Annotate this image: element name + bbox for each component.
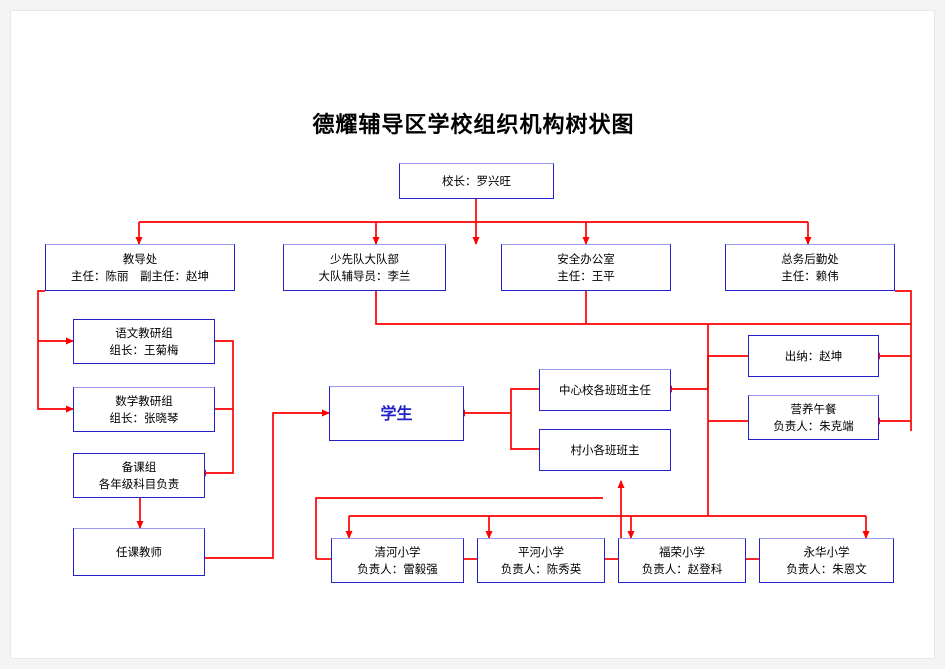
node-school-yonghua[interactable]: 永华小学 负责人：朱恩文 [759,538,894,583]
node-dept-logistics-line1: 总务后勤处 [781,251,839,266]
node-group-prep-line2: 各年级科目负责 [98,476,180,491]
edge-logi-spine [895,290,912,431]
edge-youth-midbus [375,291,911,325]
node-group-math[interactable]: 数学教研组 组长：张晓琴 [73,387,215,432]
node-subject-teachers-line1: 任课教师 [116,544,162,559]
node-dept-safety-line2: 主任：王平 [557,268,615,283]
diagram-canvas: 德耀辅导区学校组织机构树状图 校长：罗兴旺 教导处 主任：陈丽 副主任：赵坤 少… [11,11,936,660]
node-subject-teachers[interactable]: 任课教师 [73,528,205,576]
node-group-math-line2: 组长：张晓琴 [109,410,179,425]
node-lunch-line1: 营养午餐 [790,401,837,416]
node-lunch-line2: 负责人：朱克端 [773,418,854,433]
node-dept-safety[interactable]: 安全办公室 主任：王平 [501,244,671,291]
node-students-line1: 学生 [380,403,413,423]
node-school-pinghe-line1: 平河小学 [518,544,564,559]
node-school-yonghua-line2: 负责人：朱恩文 [786,561,867,576]
node-school-furong-line1: 福荣小学 [659,544,705,559]
node-cashier-line1: 出纳：赵坤 [784,348,843,363]
diagram-page: 德耀辅导区学校组织机构树状图 校长：罗兴旺 教导处 主任：陈丽 副主任：赵坤 少… [10,10,935,659]
node-principal[interactable]: 校长：罗兴旺 [399,163,554,199]
node-group-chinese[interactable]: 语文教研组 组长：王菊梅 [73,319,215,364]
node-group-prep-line1: 备课组 [121,459,157,474]
node-dept-teaching-line1: 教导处 [122,251,158,266]
node-dept-teaching-line2: 主任：陈丽 副主任：赵坤 [71,268,209,283]
node-center-class-line1: 中心校各班班主任 [559,382,651,397]
node-group-chinese-line2: 组长：王菊梅 [109,342,179,357]
node-group-chinese-line1: 语文教研组 [115,325,173,340]
edge-midbus-centerclass [664,324,709,393]
node-group-math-line1: 数学教研组 [115,393,173,408]
node-school-furong[interactable]: 福荣小学 负责人：赵登科 [618,538,746,583]
node-village-class-line1: 村小各班班主 [570,442,640,457]
node-principal-line1: 校长：罗兴旺 [442,173,511,188]
node-cashier[interactable]: 出纳：赵坤 [748,335,879,377]
node-nutrition-lunch[interactable]: 营养午餐 负责人：朱克端 [748,395,879,440]
node-students[interactable]: 学生 [329,386,464,441]
edge-teach-math [37,341,74,413]
node-group-prep[interactable]: 备课组 各年级科目负责 [73,453,205,498]
node-school-qinghe-line2: 负责人：雷毅强 [357,561,438,576]
node-village-school-class-teachers[interactable]: 村小各班班主 [539,429,671,471]
node-school-yonghua-line1: 永华小学 [803,544,850,559]
node-school-pinghe-line2: 负责人：陈秀英 [500,561,582,576]
node-school-qinghe[interactable]: 清河小学 负责人：雷毅强 [331,538,464,583]
node-center-school-class-teachers[interactable]: 中心校各班班主任 [539,369,671,411]
node-dept-teaching[interactable]: 教导处 主任：陈丽 副主任：赵坤 [45,244,235,291]
node-dept-logistics-line2: 主任：赖伟 [781,268,839,283]
node-dept-youth-line1: 少先队大队部 [330,251,399,266]
edge-classes-join [510,388,539,450]
edge-teachers-students [205,409,330,559]
node-school-pinghe[interactable]: 平河小学 负责人：陈秀英 [477,538,605,583]
node-dept-safety-line1: 安全办公室 [557,251,615,266]
node-dept-youth-line2: 大队辅导员：李兰 [318,268,411,283]
node-dept-logistics[interactable]: 总务后勤处 主任：赖伟 [725,244,895,291]
node-dept-youth-league[interactable]: 少先队大队部 大队辅导员：李兰 [283,244,446,291]
node-school-qinghe-line1: 清河小学 [374,544,421,559]
page-title: 德耀辅导区学校组织机构树状图 [312,112,635,138]
node-school-furong-line2: 负责人：赵登科 [641,561,723,576]
edge-teach-chinese [37,290,74,345]
